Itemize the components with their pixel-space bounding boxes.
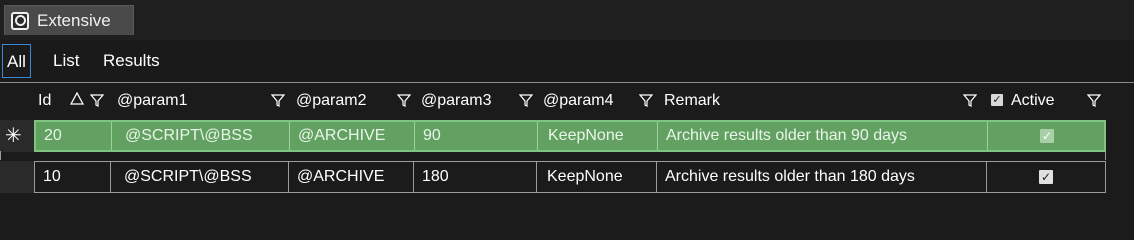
sort-ascending-icon[interactable] [70,92,84,106]
cell-param4[interactable]: KeepNone [537,162,657,192]
tab-all[interactable]: All [2,44,31,78]
cell-param1[interactable]: @SCRIPT\@BSS [111,162,289,192]
cell-id[interactable]: 20 [36,122,112,150]
active-checkbox[interactable]: ✓ [1040,129,1054,143]
filter-icon[interactable] [519,93,533,107]
column-header-param3[interactable]: @param3 [421,88,492,114]
filter-icon[interactable] [963,93,977,107]
active-checkbox[interactable]: ✓ [1039,170,1053,184]
document-title: Extensive [37,10,111,30]
cell-param4[interactable]: KeepNone [538,122,658,150]
cell-active[interactable]: ✓ [988,122,1104,150]
filter-icon[interactable] [397,93,411,107]
cell-param2[interactable]: @ARCHIVE [289,162,414,192]
grid-header: Id @param1 @param2 @param3 @param4 Remar… [0,88,1134,114]
filter-icon[interactable] [1087,93,1101,107]
cell-remark[interactable]: Archive results older than 180 days [657,162,987,192]
column-header-id[interactable]: Id [38,88,51,114]
table-row[interactable]: 10 @SCRIPT\@BSS @ARCHIVE 180 KeepNone Ar… [34,161,1106,193]
table-row-new[interactable]: 20 @SCRIPT\@BSS @ARCHIVE 90 KeepNone Arc… [34,120,1106,152]
row-separator [0,151,1106,160]
tab-list[interactable]: List [53,44,79,78]
circle-square-icon [11,11,29,30]
tab-results[interactable]: Results [103,44,160,78]
column-header-remark[interactable]: Remark [664,88,720,114]
new-row-indicator[interactable]: ✳ [0,120,34,152]
cell-param3[interactable]: 180 [414,162,537,192]
cell-param2[interactable]: @ARCHIVE [290,122,415,150]
column-header-param4[interactable]: @param4 [543,88,614,114]
cell-param3[interactable]: 90 [415,122,538,150]
row-selector[interactable] [0,161,34,193]
window-tab-bar: Extensive [0,0,1134,40]
document-tab[interactable]: Extensive [4,5,134,35]
cell-remark[interactable]: Archive results older than 90 days [658,122,988,150]
filter-icon[interactable] [271,93,285,107]
column-header-active[interactable]: Active [1011,88,1055,114]
cell-active[interactable]: ✓ [987,162,1103,192]
column-header-param1[interactable]: @param1 [117,88,188,114]
filter-icon[interactable] [639,93,653,107]
column-header-param2[interactable]: @param2 [296,88,367,114]
new-row-asterisk-icon: ✳ [5,125,22,147]
select-all-checkbox[interactable]: ✓ [991,94,1003,106]
view-tabs [0,40,1134,83]
filter-icon[interactable] [90,93,104,107]
cell-param1[interactable]: @SCRIPT\@BSS [112,122,290,150]
cell-id[interactable]: 10 [35,162,111,192]
